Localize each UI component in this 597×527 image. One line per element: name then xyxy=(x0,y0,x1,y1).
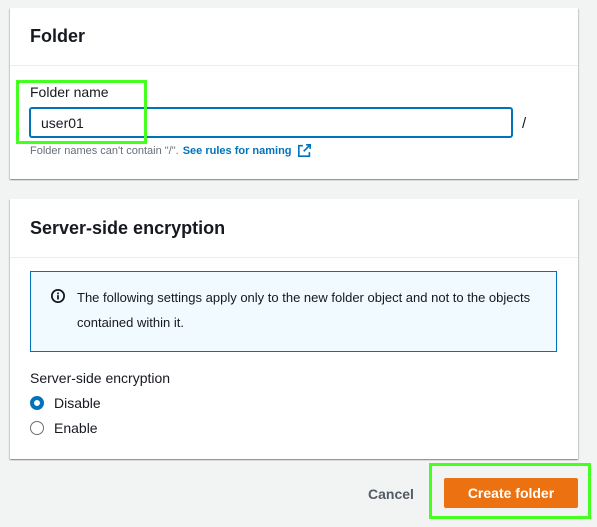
external-link-icon[interactable] xyxy=(297,144,311,157)
folder-name-hint: Folder names can't contain "/". See rule… xyxy=(30,144,311,157)
info-text: The following settings apply only to the… xyxy=(77,290,531,330)
create-folder-button[interactable]: Create folder xyxy=(444,478,578,508)
encryption-label: Server-side encryption xyxy=(30,370,171,386)
folder-panel-title: Folder xyxy=(10,8,578,66)
folder-panel: Folder Folder name / Folder names can't … xyxy=(10,8,578,179)
radio-enable[interactable]: Enable xyxy=(30,420,98,436)
radio-disable[interactable]: Disable xyxy=(30,395,101,411)
folder-name-label: Folder name xyxy=(30,84,109,100)
naming-rules-link[interactable]: See rules for naming xyxy=(183,145,292,157)
folder-name-input[interactable] xyxy=(30,108,512,137)
radio-disable-button[interactable] xyxy=(30,396,44,410)
radio-disable-label: Disable xyxy=(54,395,101,411)
hint-text: Folder names can't contain "/". xyxy=(30,144,179,157)
encryption-panel: Server-side encryption The following set… xyxy=(10,199,578,459)
info-alert: The following settings apply only to the… xyxy=(30,271,557,352)
path-separator: / xyxy=(522,115,527,132)
cancel-button[interactable]: Cancel xyxy=(356,480,426,508)
radio-enable-label: Enable xyxy=(54,420,98,436)
radio-enable-button[interactable] xyxy=(30,421,44,435)
encryption-panel-title: Server-side encryption xyxy=(10,199,578,258)
info-icon xyxy=(51,289,65,303)
